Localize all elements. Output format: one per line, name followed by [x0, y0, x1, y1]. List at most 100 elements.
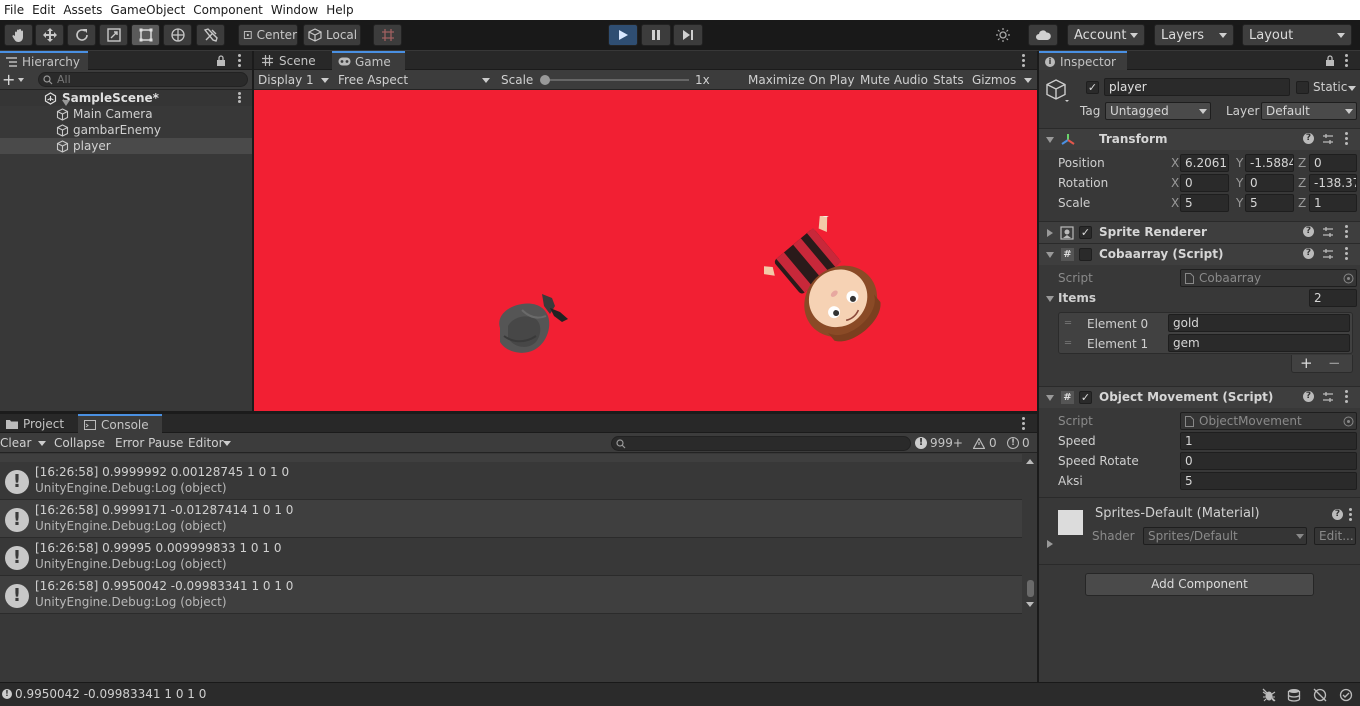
kebab-menu-icon[interactable]	[1349, 508, 1352, 523]
expand-arrow-icon[interactable]	[1046, 252, 1054, 258]
sprite-renderer-component-header[interactable]: ✓ Sprite Renderer ?	[1039, 221, 1360, 243]
element-0-field[interactable]: gold	[1168, 314, 1350, 332]
bug-icon[interactable]	[1262, 688, 1276, 702]
display-dropdown[interactable]: Display 1	[258, 70, 314, 90]
position-y-field[interactable]: -1.5884	[1245, 154, 1294, 172]
network-off-icon[interactable]	[1313, 688, 1327, 702]
kebab-menu-icon[interactable]	[1022, 54, 1025, 69]
stats-toggle[interactable]: Stats	[933, 70, 964, 90]
pivot-center-button[interactable]: Center	[238, 24, 298, 46]
tab-scene[interactable]: Scene	[256, 51, 326, 70]
scale-x-field[interactable]: 5	[1180, 194, 1229, 212]
help-icon[interactable]: ?	[1303, 391, 1314, 402]
kebab-menu-icon[interactable]	[1345, 132, 1348, 147]
collapse-arrow-icon[interactable]	[1047, 540, 1053, 548]
cobaarray-component-header[interactable]: # Cobaarray (Script) ?	[1039, 243, 1360, 265]
items-size-field[interactable]: 2	[1309, 289, 1357, 307]
scene-row[interactable]: SampleScene*	[0, 90, 252, 106]
log-entry[interactable]: ! [16:26:58] 0.99995 0.009999833 1 0 1 0…	[0, 538, 1022, 576]
kebab-menu-icon[interactable]	[238, 54, 241, 69]
cloud-button[interactable]	[1028, 24, 1058, 46]
object-picker-icon[interactable]	[1343, 273, 1354, 284]
error-count-toggle[interactable]: ! 0	[1007, 435, 1030, 451]
active-checkbox[interactable]: ✓	[1086, 81, 1099, 94]
object-picker-icon[interactable]	[1343, 416, 1354, 427]
preset-sliders-icon[interactable]	[1322, 133, 1334, 145]
status-message[interactable]: 0.9950042 -0.09983341 1 0 1 0	[15, 687, 206, 701]
menu-help[interactable]: Help	[322, 0, 357, 20]
position-x-field[interactable]: 6.20611	[1180, 154, 1229, 172]
static-checkbox[interactable]	[1296, 81, 1309, 94]
element-1-field[interactable]: gem	[1168, 334, 1350, 352]
lock-icon[interactable]	[216, 55, 226, 66]
kebab-menu-icon[interactable]	[1345, 390, 1348, 405]
speed-rotate-field[interactable]: 0	[1180, 452, 1357, 470]
hierarchy-search-input[interactable]: All	[38, 72, 248, 87]
tab-inspector[interactable]: i Inspector	[1039, 51, 1127, 70]
transform-component-header[interactable]: Transform ?	[1039, 128, 1360, 150]
clear-button[interactable]: Clear	[0, 433, 31, 453]
speed-field[interactable]: 1	[1180, 432, 1357, 450]
help-icon[interactable]: ?	[1303, 248, 1314, 259]
database-icon[interactable]	[1287, 688, 1301, 702]
kebab-menu-icon[interactable]	[1345, 247, 1348, 262]
preset-sliders-icon[interactable]	[1322, 226, 1334, 238]
scale-tool-button[interactable]	[99, 24, 128, 46]
play-button[interactable]	[608, 24, 638, 46]
account-dropdown[interactable]: Account	[1067, 24, 1145, 46]
tag-dropdown[interactable]: Untagged	[1105, 102, 1211, 120]
move-tool-button[interactable]	[35, 24, 64, 46]
pause-button[interactable]	[641, 24, 671, 46]
drag-handle-icon[interactable]: ═	[1065, 338, 1071, 349]
sprite-renderer-enabled-checkbox[interactable]: ✓	[1079, 226, 1092, 239]
lock-icon[interactable]	[1325, 55, 1335, 66]
hierarchy-item-gambar-enemy[interactable]: gambarEnemy	[0, 122, 252, 138]
preset-sliders-icon[interactable]	[1322, 248, 1334, 260]
log-entry[interactable]: ! [16:26:58] 0.9999992 0.00128745 1 0 1 …	[0, 462, 1022, 500]
help-icon[interactable]: ?	[1303, 226, 1314, 237]
scale-slider-handle[interactable]	[540, 75, 550, 85]
pivot-space-button[interactable]: Local	[303, 24, 361, 46]
transform-tool-button[interactable]	[163, 24, 192, 46]
hand-tool-button[interactable]	[4, 24, 33, 46]
log-count-toggle[interactable]: ! 999+	[915, 435, 963, 451]
grid-snap-button[interactable]	[373, 24, 402, 46]
expand-arrow-icon[interactable]	[1046, 395, 1054, 401]
hierarchy-item-player[interactable]: player	[0, 138, 252, 154]
create-add-button[interactable]: +	[2, 72, 30, 88]
warning-count-toggle[interactable]: 0	[973, 435, 997, 451]
log-entry[interactable]: ! [16:26:58] 0.9950042 -0.09983341 1 0 1…	[0, 576, 1022, 614]
rotation-y-field[interactable]: 0	[1245, 174, 1294, 192]
preset-sliders-icon[interactable]	[1322, 391, 1334, 403]
check-circle-icon[interactable]	[1339, 688, 1353, 702]
menu-file[interactable]: File	[0, 0, 28, 20]
maximize-on-play-toggle[interactable]: Maximize On Play	[748, 70, 855, 90]
rotation-x-field[interactable]: 0	[1180, 174, 1229, 192]
layers-dropdown[interactable]: Layers	[1154, 24, 1234, 46]
scale-y-field[interactable]: 5	[1245, 194, 1294, 212]
collapse-arrow-icon[interactable]	[1047, 229, 1053, 237]
expand-arrow-icon[interactable]	[1046, 296, 1054, 302]
cobaarray-enabled-checkbox[interactable]	[1079, 248, 1092, 261]
log-entry[interactable]: ! [16:26:58] 0.9999171 -0.01287414 1 0 1…	[0, 500, 1022, 538]
plus-icon[interactable]: +	[1300, 354, 1313, 372]
mute-audio-toggle[interactable]: Mute Audio	[860, 70, 928, 90]
minus-icon[interactable]: −	[1328, 354, 1341, 372]
scale-z-field[interactable]: 1	[1309, 194, 1357, 212]
gizmos-toggle[interactable]: Gizmos	[972, 70, 1016, 90]
aksi-field[interactable]: 5	[1180, 472, 1357, 490]
console-search-input[interactable]	[611, 436, 911, 451]
editor-dropdown[interactable]: Editor	[188, 433, 224, 453]
chevron-down-icon[interactable]	[1348, 86, 1356, 91]
menu-component[interactable]: Component	[189, 0, 267, 20]
help-icon[interactable]: ?	[1303, 133, 1314, 144]
tab-game[interactable]: Game	[332, 51, 405, 70]
kebab-menu-icon[interactable]	[1345, 225, 1348, 240]
layout-dropdown[interactable]: Layout	[1242, 24, 1352, 46]
drag-handle-icon[interactable]: ═	[1065, 318, 1071, 329]
shader-dropdown[interactable]: Sprites/Default	[1143, 527, 1307, 545]
scroll-up-arrow-icon[interactable]	[1026, 459, 1034, 464]
rotation-z-field[interactable]: -138.37	[1309, 174, 1357, 192]
help-icon[interactable]: ?	[1332, 509, 1343, 520]
aspect-dropdown[interactable]: Free Aspect	[338, 70, 408, 90]
